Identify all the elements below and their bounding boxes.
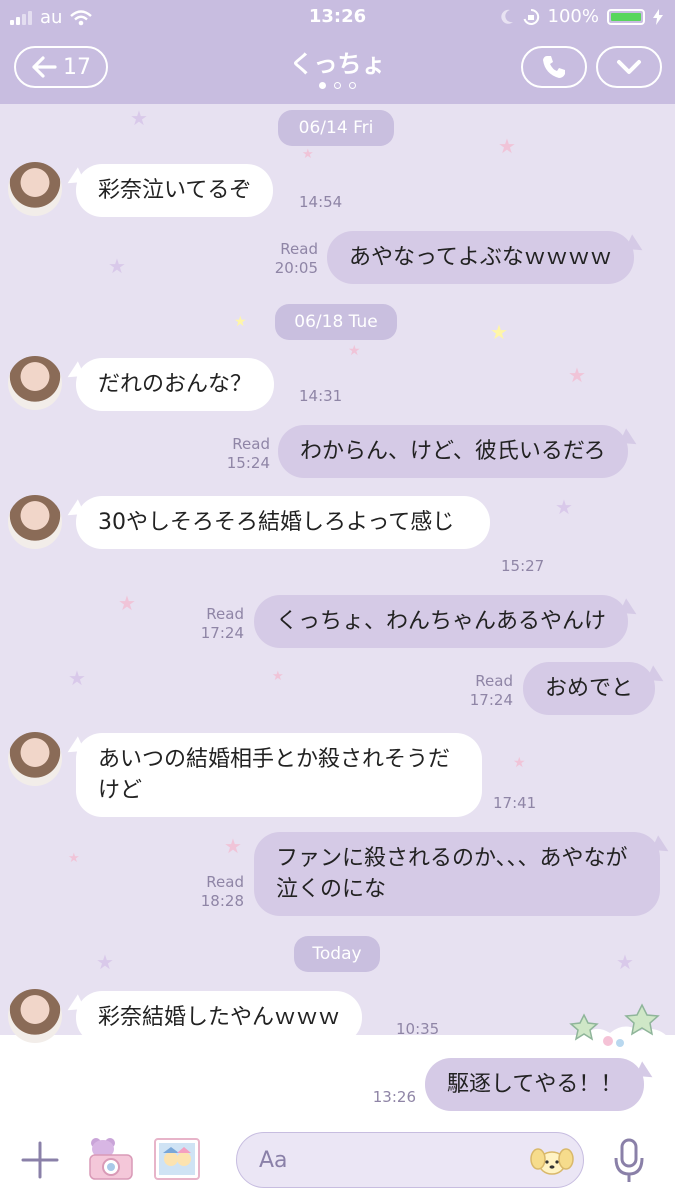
avatar (8, 495, 62, 549)
status-bar: au 13:26 100% (0, 0, 675, 34)
read-status: Read 18:28 (200, 873, 244, 910)
date-separator: 06/18 Tue (275, 304, 397, 340)
message-time: 15:27 (501, 557, 545, 575)
outgoing-message[interactable]: 駆逐してやる！！ (425, 1058, 645, 1111)
star-decoration: ★ (96, 950, 114, 974)
star-decoration: ★ (234, 314, 247, 330)
star-decoration: ★ (498, 134, 516, 158)
star-decoration: ★ (224, 834, 242, 858)
characters-decoration (560, 1003, 668, 1051)
avatar (8, 989, 62, 1043)
message-time: 14:31 (299, 387, 343, 405)
star-decoration: ★ (513, 755, 526, 771)
message-time: 13:26 (372, 1088, 416, 1106)
star-decoration: ★ (68, 666, 86, 690)
dog-icon[interactable] (530, 1144, 574, 1178)
moon-icon (500, 9, 513, 24)
plus-icon[interactable] (20, 1140, 60, 1180)
battery-percent: 100% (547, 6, 599, 27)
incoming-message[interactable]: あいつの結婚相手とか殺されそうだけど (76, 733, 482, 817)
message-time: 10:35 (396, 1020, 440, 1038)
input-bar (0, 1118, 675, 1200)
read-status: Read 17:24 (200, 605, 244, 642)
incoming-message[interactable]: 30やしそろそろ結婚しろよって感じ (76, 496, 490, 549)
camera-icon[interactable] (86, 1135, 136, 1183)
message-time: 17:41 (493, 794, 537, 812)
message-time: 14:54 (299, 193, 343, 211)
star-decoration: ★ (130, 106, 148, 130)
avatar (8, 162, 62, 216)
star-decoration: ★ (118, 591, 136, 615)
chevron-down-icon (617, 60, 641, 74)
outgoing-message[interactable]: ファンに殺されるのか、、、あやなが泣くのにな (254, 832, 660, 916)
lock-rotation-icon (523, 8, 539, 25)
star-decoration: ★ (555, 495, 573, 519)
incoming-message[interactable]: 彩奈結婚したやんｗｗｗ (76, 991, 363, 1044)
date-separator: Today (294, 936, 380, 972)
outgoing-message[interactable]: くっちょ、わんちゃんあるやんけ (254, 595, 629, 648)
star-decoration: ★ (272, 669, 284, 684)
outgoing-message[interactable]: わからん、けど、彼氏いるだろ (278, 425, 628, 478)
avatar (8, 732, 62, 786)
incoming-message[interactable]: だれのおんな？ (76, 358, 275, 411)
star-decoration: ★ (490, 320, 508, 344)
star-decoration: ★ (68, 851, 80, 866)
read-status: Read 17:24 (469, 672, 513, 709)
battery-icon (607, 8, 645, 25)
date-separator: 06/14 Fri (278, 110, 394, 146)
read-status: Read 15:24 (226, 435, 270, 472)
outgoing-message[interactable]: おめでと (523, 662, 656, 715)
star-decoration: ★ (568, 363, 586, 387)
incoming-message[interactable]: 彩奈泣いてるぞ (76, 164, 274, 217)
star-decoration: ★ (302, 147, 314, 162)
star-decoration: ★ (616, 950, 634, 974)
sticker-icon[interactable] (153, 1137, 201, 1181)
read-status: Read 20:05 (274, 240, 318, 277)
charging-icon (653, 8, 663, 25)
star-decoration: ★ (348, 343, 361, 359)
star-decoration: ★ (108, 254, 126, 278)
call-button[interactable] (521, 46, 587, 88)
mic-icon[interactable] (612, 1138, 646, 1184)
chat-header: 17 くっちょ (0, 34, 675, 104)
menu-button[interactable] (596, 46, 662, 88)
avatar (8, 356, 62, 410)
outgoing-message[interactable]: あやなってよぶなｗｗｗｗ (327, 231, 634, 284)
phone-icon (543, 56, 565, 78)
